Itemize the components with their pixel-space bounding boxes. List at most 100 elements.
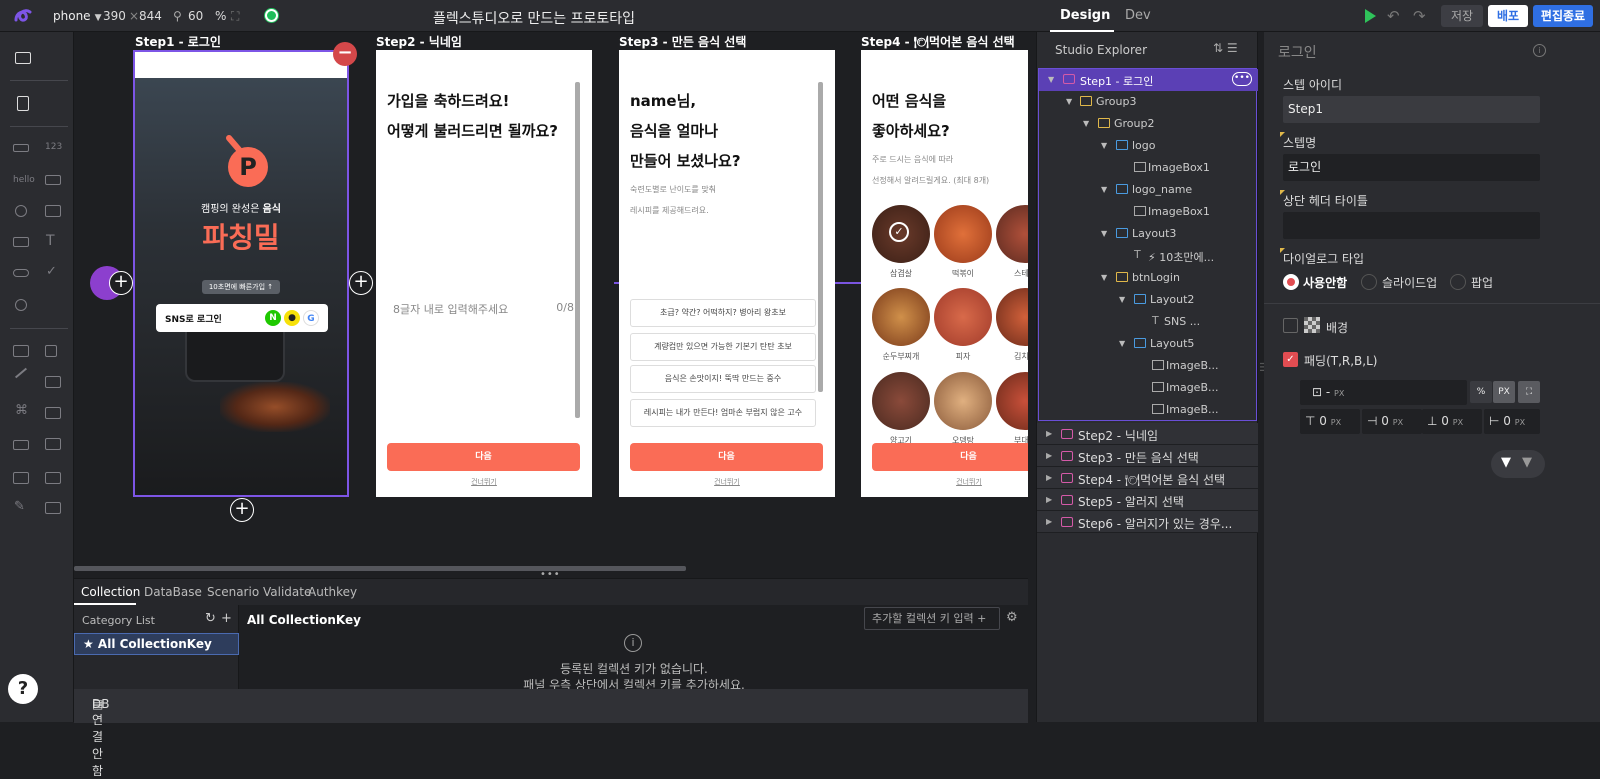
- tree-item[interactable]: ImageBox1: [1039, 157, 1258, 179]
- table-widget-icon[interactable]: [45, 205, 61, 217]
- skill-option[interactable]: 레시피는 내가 만든다! 엄마손 부럽지 않은 고수: [630, 399, 816, 427]
- header-title-field[interactable]: [1283, 212, 1540, 239]
- folder-widget-icon[interactable]: [45, 472, 61, 484]
- add-step-below-icon[interactable]: +: [230, 498, 254, 522]
- google-icon[interactable]: G: [303, 310, 319, 326]
- tab-design[interactable]: Design: [1060, 8, 1110, 23]
- step-id-field[interactable]: Step1: [1283, 96, 1540, 123]
- step2-screen[interactable]: 가입을 축하드려요! 어떻게 불러드리면 될까요? 8글자 내로 입력해주세요 …: [376, 50, 592, 497]
- step3-screen[interactable]: name님, 음식을 얼마나 만들어 보셨나요? 숙련도별로 난이도를 맞춰 레…: [619, 50, 835, 497]
- padding-top-input[interactable]: ⊤ 0 PX: [1300, 409, 1360, 434]
- tab-database[interactable]: DataBase: [144, 585, 202, 599]
- attach-widget-icon[interactable]: ⌘: [15, 403, 28, 418]
- dialog-radio-slideup[interactable]: [1361, 274, 1377, 290]
- tree-item-step1[interactable]: ▼ Step1 - 로그인 •••: [1039, 69, 1258, 91]
- expand-padding-icon[interactable]: ⛶: [1518, 381, 1540, 403]
- padding-left-input[interactable]: ⊢ 0 PX: [1484, 409, 1540, 434]
- tree-item[interactable]: ImageBox1: [1039, 201, 1258, 223]
- tree-item-step4[interactable]: ▶ Step4 - 🍽먹어본 음식 선택: [1037, 467, 1258, 489]
- tree-item[interactable]: ▼ Group3: [1039, 91, 1258, 113]
- food-item[interactable]: [996, 288, 1028, 346]
- food-item[interactable]: [996, 372, 1028, 430]
- tree-item-step5[interactable]: ▶ Step5 - 알러지 선택: [1037, 489, 1258, 511]
- layout-icon[interactable]: [15, 52, 31, 64]
- unit-percent-button[interactable]: %: [1470, 381, 1492, 403]
- padding-bottom-input[interactable]: ⊥ 0 PX: [1422, 409, 1482, 434]
- skill-option[interactable]: 초급? 약간? 어떡하지? 병아리 왕초보: [630, 299, 816, 327]
- edit-widget-icon[interactable]: ✎: [14, 499, 25, 514]
- add-step-left-icon[interactable]: +: [109, 271, 133, 295]
- image-widget-icon[interactable]: [45, 376, 61, 388]
- step4-title[interactable]: Step4 - 🍽먹어본 음식 선택: [861, 33, 1015, 50]
- button-widget-icon[interactable]: [13, 144, 29, 152]
- tree-item[interactable]: ▼ Group2: [1039, 113, 1258, 135]
- remove-step-icon[interactable]: −: [333, 42, 357, 66]
- skip-link[interactable]: 건너뛰기: [619, 477, 835, 487]
- transparent-swatch-icon[interactable]: [1304, 317, 1320, 333]
- tree-item[interactable]: ▼ Layout3: [1039, 223, 1258, 245]
- category-item-all[interactable]: ★ All CollectionKey: [74, 633, 239, 655]
- unit-px-button[interactable]: PX: [1493, 381, 1515, 403]
- food-item[interactable]: [934, 372, 992, 430]
- search-widget-icon[interactable]: [15, 205, 27, 217]
- paint-roller-icon[interactable]: ▼: [1522, 455, 1532, 470]
- resize-handle-icon[interactable]: ⋮: [1256, 362, 1266, 373]
- scrollbar[interactable]: [575, 82, 580, 418]
- tree-item[interactable]: T SNS ...: [1039, 311, 1258, 333]
- tree-item[interactable]: ▼ logo_name: [1039, 179, 1258, 201]
- text-widget-icon[interactable]: T: [46, 233, 55, 249]
- info-icon[interactable]: i: [1533, 44, 1546, 57]
- naver-icon[interactable]: N: [265, 310, 281, 326]
- sns-login-button[interactable]: SNS로 로그인 N ● G: [156, 304, 328, 332]
- step4-screen[interactable]: 어떤 음식을 좋아하세요? 주로 드시는 음식에 따라 선정해서 알려드릴게요.…: [861, 50, 1028, 497]
- tree-item[interactable]: T ⚡ 10초만에...: [1039, 245, 1258, 267]
- step2-title[interactable]: Step2 - 닉네임: [376, 33, 462, 50]
- nickname-input[interactable]: 8글자 내로 입력해주세요: [393, 301, 508, 317]
- gallery-widget-icon[interactable]: [45, 407, 61, 419]
- food-item[interactable]: [996, 205, 1028, 263]
- dialog-radio-none[interactable]: [1283, 274, 1299, 290]
- canvas-scrollbar[interactable]: [74, 566, 686, 571]
- food-item[interactable]: [872, 372, 930, 430]
- grid-widget-icon[interactable]: [13, 472, 29, 484]
- dialog-radio-popup[interactable]: [1450, 274, 1466, 290]
- skill-option[interactable]: 음식은 손맛이지! 뚝딱 만드는 중수: [630, 365, 816, 393]
- tree-item[interactable]: ▼ btnLogin: [1039, 267, 1258, 289]
- background-checkbox[interactable]: [1283, 318, 1298, 333]
- step-name-field[interactable]: 로그인: [1283, 154, 1540, 181]
- page-icon[interactable]: [17, 96, 29, 111]
- design-canvas[interactable]: Step1 - 로그인 Step2 - 닉네임 Step3 - 만든 음식 선택…: [74, 32, 1028, 572]
- undo-icon[interactable]: ↶: [1387, 7, 1400, 25]
- line-widget-icon[interactable]: [14, 367, 28, 379]
- next-button[interactable]: 다음: [387, 443, 580, 471]
- skip-link[interactable]: 건너뛰기: [861, 477, 1028, 487]
- sort-icon[interactable]: ⇅ ☰: [1213, 41, 1238, 55]
- flow-widget-icon[interactable]: [45, 502, 61, 514]
- tree-item[interactable]: ▼ Layout5: [1039, 333, 1258, 355]
- tree-item-step2[interactable]: ▶ Step2 - 닉네임: [1037, 423, 1258, 445]
- add-category-icon[interactable]: +: [221, 611, 232, 626]
- tree-item[interactable]: ImageB...: [1039, 377, 1258, 399]
- food-item-selected[interactable]: ✓: [872, 205, 930, 263]
- padding-all-input[interactable]: ⊡ - PX: [1300, 380, 1467, 405]
- padding-right-input[interactable]: ⊣ 0 PX: [1362, 409, 1422, 434]
- tab-authkey[interactable]: Authkey: [308, 585, 357, 599]
- gear-icon[interactable]: ⚙: [1006, 610, 1018, 625]
- redo-icon[interactable]: ↷: [1413, 7, 1426, 25]
- tab-collection[interactable]: Collection: [81, 585, 140, 599]
- food-item[interactable]: [934, 205, 992, 263]
- save-button[interactable]: 저장: [1441, 5, 1483, 27]
- more-icon[interactable]: •••: [1232, 72, 1252, 86]
- step1-title[interactable]: Step1 - 로그인: [135, 33, 221, 50]
- next-button[interactable]: 다음: [872, 443, 1028, 471]
- toggle-widget-icon[interactable]: [13, 269, 29, 277]
- link-widget-icon[interactable]: hello: [13, 175, 35, 185]
- play-icon[interactable]: [1365, 9, 1376, 23]
- radio-widget-icon[interactable]: [15, 299, 27, 311]
- refresh-icon[interactable]: ↻: [205, 611, 216, 626]
- step1-screen[interactable]: P 캠핑의 완성은 음식 파칭밀 10초면에 빠른가입 ↑ SNS로 로그인 N…: [133, 50, 349, 497]
- tree-item[interactable]: ▼ logo: [1039, 135, 1258, 157]
- check-widget-icon[interactable]: ✓: [46, 264, 57, 279]
- tree-item[interactable]: ImageB...: [1039, 399, 1258, 421]
- help-button[interactable]: ?: [8, 674, 38, 704]
